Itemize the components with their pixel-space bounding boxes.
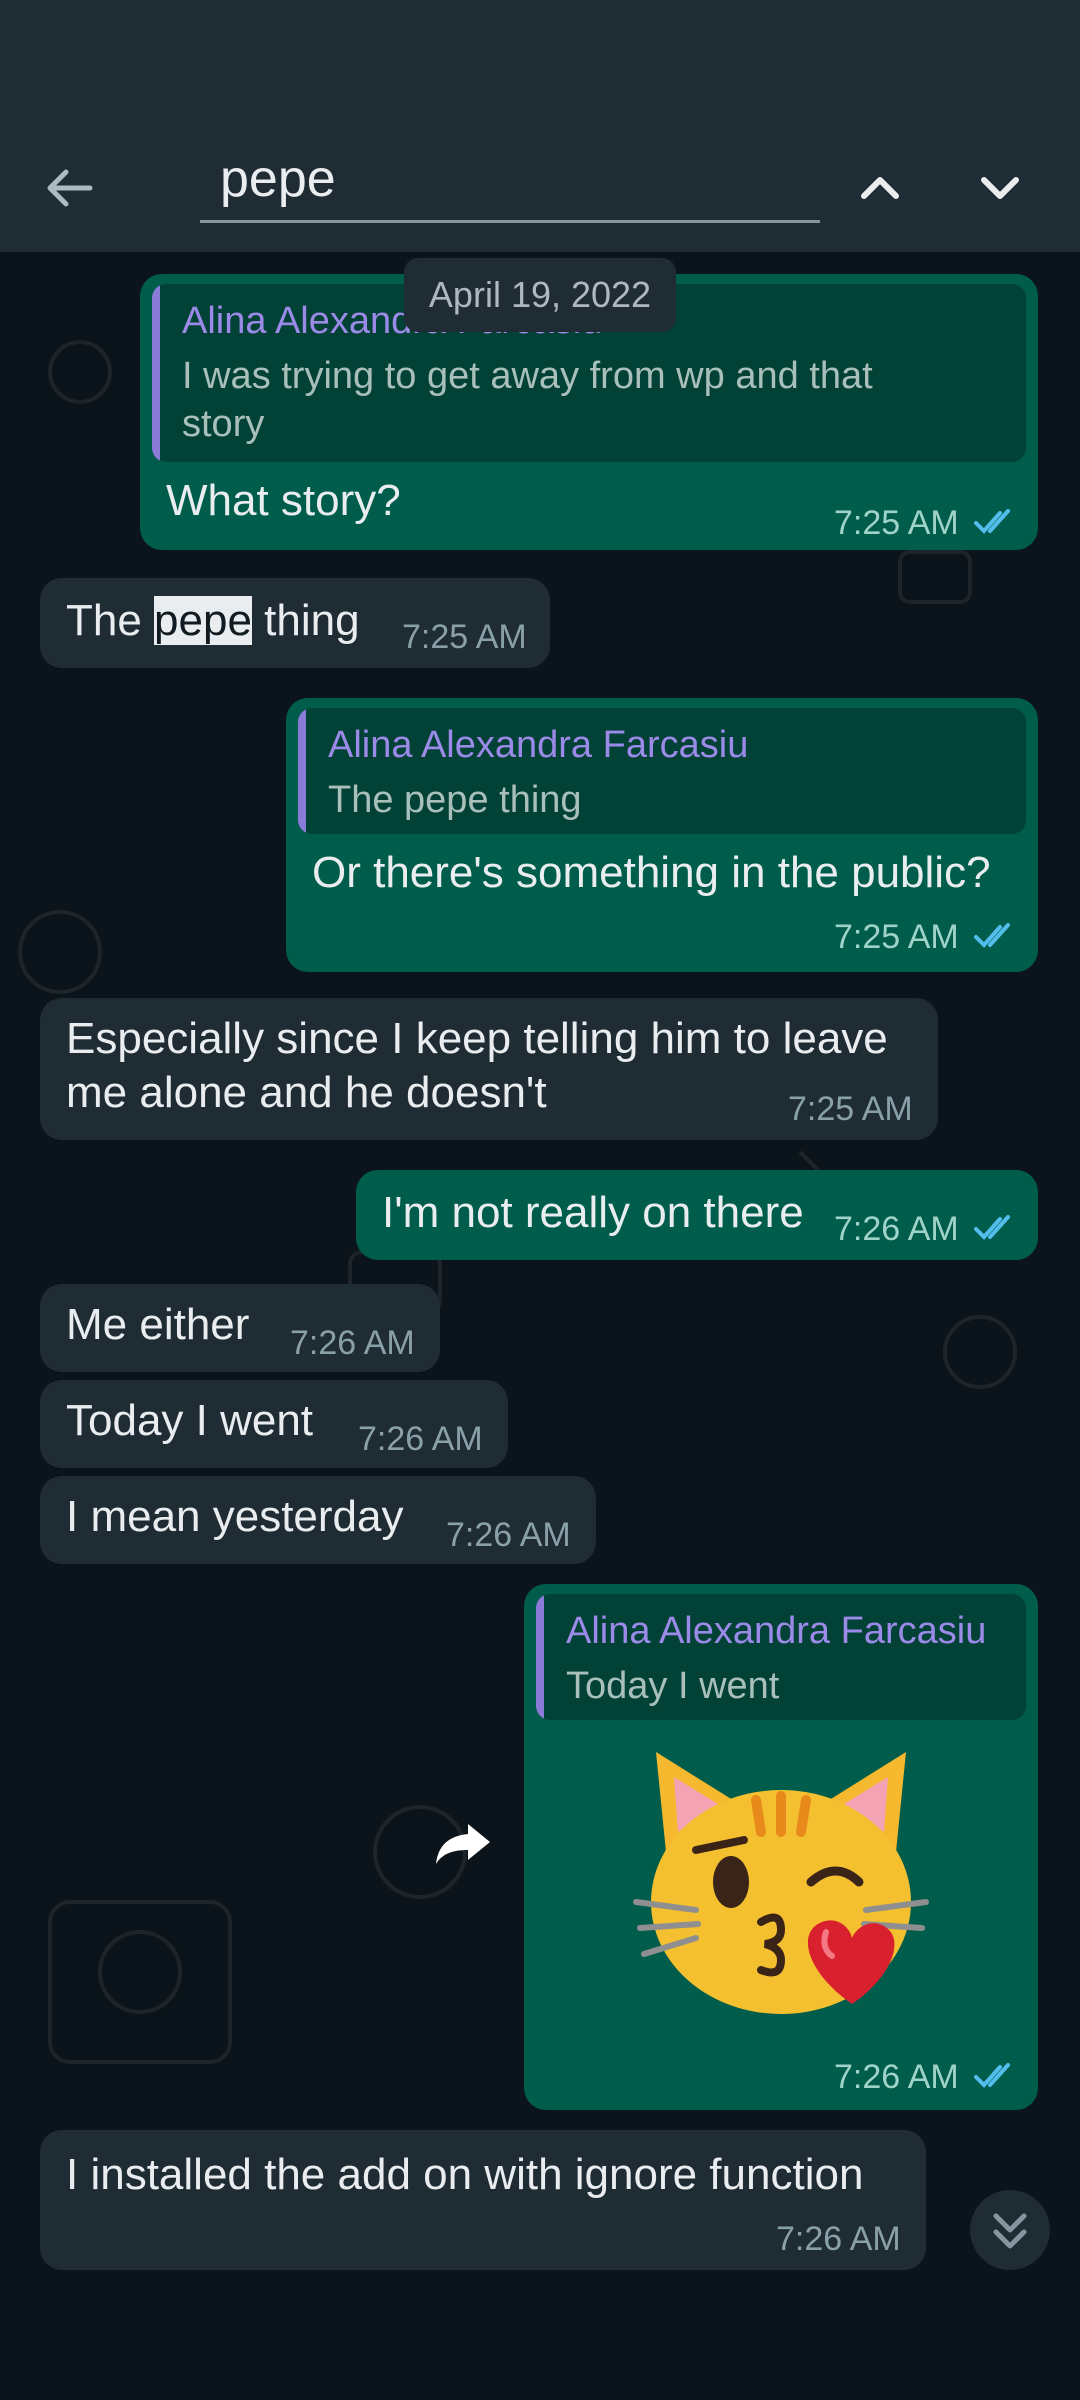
- previous-result-button[interactable]: [840, 148, 920, 228]
- bottom-area: [0, 2280, 1080, 2400]
- quote-accent-bar: [536, 1594, 544, 1720]
- cat-kiss-sticker[interactable]: [626, 1732, 936, 2022]
- message-text: The pepe thing: [66, 594, 360, 648]
- message-time: 7:26 AM: [776, 2220, 901, 2258]
- forward-button[interactable]: [428, 1806, 500, 1878]
- message-text: I'm not really on there: [382, 1188, 804, 1237]
- message-time: 7:26 AM: [834, 1210, 959, 1248]
- double-check-icon: [974, 923, 1010, 948]
- search-highlight: pepe: [154, 596, 252, 645]
- double-check-icon: [974, 509, 1010, 534]
- double-chevron-down-icon: [993, 2213, 1027, 2249]
- message-time: 7:26 AM: [358, 1420, 483, 1458]
- back-arrow-icon: [47, 169, 93, 207]
- message-text-part: thing: [251, 596, 360, 645]
- chevron-down-icon: [981, 177, 1019, 199]
- message-time: 7:25 AM: [402, 618, 527, 656]
- message-bubble-incoming[interactable]: The pepe thing 7:25 AM: [40, 578, 550, 668]
- message-time: 7:25 AM: [834, 504, 959, 542]
- message-bubble-incoming[interactable]: Today I went 7:26 AM: [40, 1380, 508, 1468]
- date-chip: April 19, 2022: [404, 258, 676, 332]
- search-input[interactable]: [218, 146, 812, 212]
- message-bubble-outgoing[interactable]: I'm not really on there 7:26 AM: [356, 1170, 1038, 1260]
- scroll-to-bottom-button[interactable]: [970, 2190, 1050, 2270]
- message-time: 7:25 AM: [788, 1090, 913, 1128]
- double-check-icon: [974, 1215, 1010, 1240]
- message-text-line: Especially since I keep telling him to l…: [66, 1014, 888, 1063]
- search-bar: [0, 118, 1080, 252]
- search-field[interactable]: [200, 138, 820, 223]
- message-bubble-outgoing[interactable]: Alina Alexandra Farcasiu Today I went 7:…: [524, 1584, 1038, 2110]
- message-text: I mean yesterday: [66, 1492, 404, 1541]
- quote-text: The pepe thing: [328, 779, 582, 821]
- chat-area[interactable]: Alina Alexandra Farcasiu I was trying to…: [0, 252, 1080, 2280]
- chevron-up-icon: [861, 177, 899, 199]
- quote-accent-bar: [298, 708, 306, 834]
- message-time: 7:25 AM: [834, 918, 959, 956]
- double-check-icon: [974, 2063, 1010, 2088]
- quote-text: Today I went: [566, 1665, 780, 1707]
- message-bubble-incoming[interactable]: I mean yesterday 7:26 AM: [40, 1476, 596, 1564]
- message-text: Today I went: [66, 1396, 314, 1445]
- back-button[interactable]: [30, 148, 110, 228]
- next-result-button[interactable]: [960, 148, 1040, 228]
- message-text: What story?: [166, 476, 401, 525]
- quoted-reply[interactable]: Alina Alexandra Farcasiu Today I went: [536, 1594, 1026, 1720]
- message-text: Or there's something in the public?: [312, 848, 991, 897]
- message-text-line: me alone and he doesn't: [66, 1068, 547, 1117]
- quoted-reply[interactable]: Alina Alexandra Farcasiu The pepe thing: [298, 708, 1026, 834]
- message-text: Me either: [66, 1300, 250, 1349]
- message-bubble-incoming[interactable]: Me either 7:26 AM: [40, 1284, 440, 1372]
- message-time: 7:26 AM: [290, 1324, 415, 1362]
- message-bubble-outgoing[interactable]: Alina Alexandra Farcasiu The pepe thing …: [286, 698, 1038, 972]
- message-time: 7:26 AM: [446, 1516, 571, 1554]
- message-bubble-incoming[interactable]: I installed the add on with ignore funct…: [40, 2130, 926, 2270]
- message-text: I installed the add on with ignore funct…: [66, 2150, 864, 2199]
- quote-text: I was trying to get away from wp and tha…: [182, 355, 873, 445]
- message-bubble-incoming[interactable]: Especially since I keep telling him to l…: [40, 998, 938, 1140]
- status-bar: [0, 0, 1080, 118]
- quote-sender-name: Alina Alexandra Farcasiu: [566, 1610, 987, 1652]
- message-time: 7:26 AM: [834, 2058, 959, 2096]
- quote-accent-bar: [152, 284, 160, 462]
- quote-sender-name: Alina Alexandra Farcasiu: [328, 724, 749, 766]
- message-text-part: The: [66, 596, 155, 645]
- forward-icon: [436, 1824, 490, 1864]
